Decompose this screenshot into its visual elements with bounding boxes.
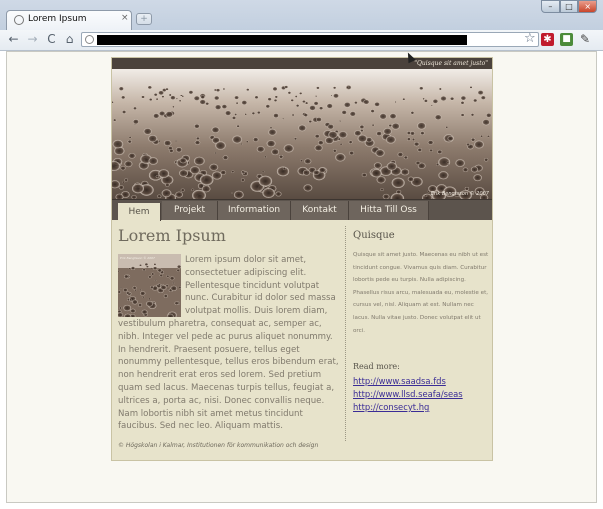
header-photo	[112, 69, 492, 199]
page-info-icon[interactable]	[85, 35, 94, 44]
reload-button[interactable]: C	[44, 32, 59, 47]
window-controls: – □ ×	[541, 0, 598, 14]
new-tab-button[interactable]: +	[136, 13, 152, 25]
page-viewport: "Quisque sit amet justo" Erik Bengtsson …	[6, 51, 597, 503]
maximize-button[interactable]: □	[559, 0, 579, 13]
nav-item-hitta-till-oss[interactable]: Hitta Till Oss	[349, 201, 429, 220]
browser-toolbar: ← → C ⌂ ☆ ✱ ■ ✎	[0, 30, 603, 51]
sidebar-link[interactable]: http://www.llsd.seafa/seas	[353, 389, 463, 399]
body-paragraph: Lorem ipsum dolor sit amet, consectetuer…	[118, 254, 342, 433]
address-bar[interactable]	[81, 32, 539, 47]
nav-item-kontakt[interactable]: Kontakt	[291, 201, 349, 220]
nav-item-projekt[interactable]: Projekt	[162, 201, 218, 220]
sidebar-title: Quisque	[353, 230, 395, 241]
close-window-button[interactable]: ×	[578, 0, 598, 13]
home-button[interactable]: ⌂	[62, 32, 77, 47]
extension-icon[interactable]: ✱	[541, 33, 554, 46]
back-button[interactable]: ←	[6, 32, 21, 47]
column-divider	[345, 226, 346, 441]
site-container: "Quisque sit amet justo" Erik Bengtsson …	[111, 57, 493, 461]
url-redacted	[97, 35, 467, 45]
sidebar-link[interactable]: http://consecyt.hg	[353, 402, 429, 412]
bookmark-star-icon[interactable]: ☆	[524, 31, 536, 46]
sidebar-link[interactable]: http://www.saadsa.fds	[353, 376, 446, 386]
tab-title: Lorem Ipsum	[28, 14, 87, 24]
page-favicon-icon	[14, 15, 24, 25]
browser-tab[interactable]: Lorem Ipsum ×	[6, 10, 132, 30]
header-quote: "Quisque sit amet justo"	[414, 60, 488, 67]
page-title: Lorem Ipsum	[118, 226, 226, 245]
extension-icon[interactable]: ■	[560, 33, 573, 46]
site-header: "Quisque sit amet justo" Erik Bengtsson …	[112, 58, 492, 199]
nav-item-hem[interactable]: Hem	[118, 203, 161, 221]
wrench-menu-icon[interactable]: ✎	[580, 32, 590, 46]
tab-close-icon[interactable]: ×	[121, 13, 129, 23]
header-photo-credit: Erik Bengtsson © 2007	[430, 191, 489, 197]
forward-button[interactable]: →	[25, 32, 40, 47]
site-footer: © Högskolan i Kalmar, Institutionen för …	[118, 442, 319, 449]
minimize-button[interactable]: –	[541, 0, 560, 13]
read-more-label: Read more:	[353, 362, 400, 371]
nav-item-information[interactable]: Information	[218, 201, 291, 220]
site-nav: Hem Projekt Information Kontakt Hitta Ti…	[112, 199, 492, 221]
browser-titlebar: Lorem Ipsum × + – □ ×	[0, 0, 603, 31]
sidebar-text: Quisque sit amet justo. Maecenas eu nibh…	[353, 252, 489, 334]
